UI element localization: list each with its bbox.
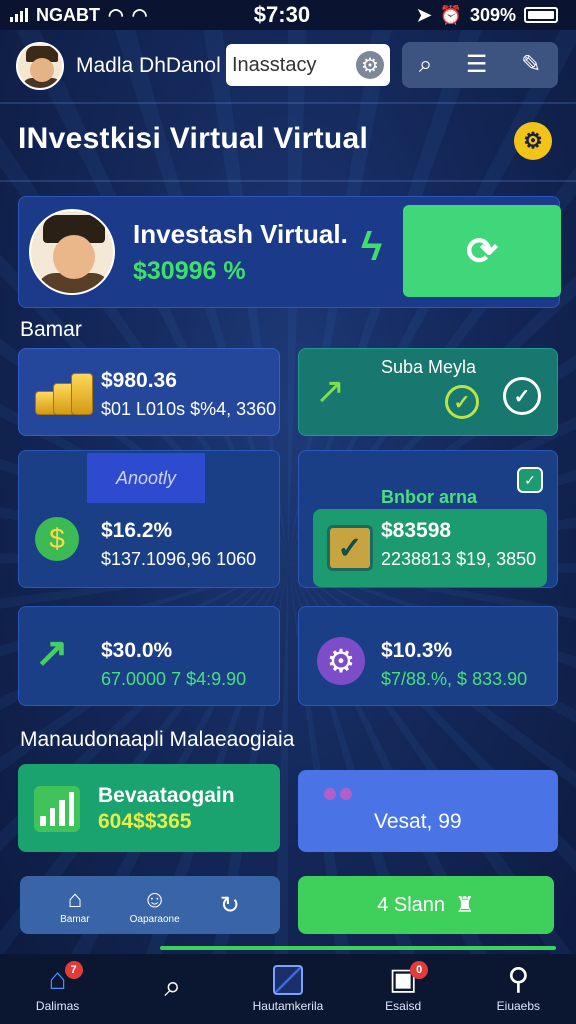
operations-label: Oaparaone bbox=[129, 913, 180, 925]
gear-card[interactable]: ⚙ $10.3% $7/88.%, $ 833.90 bbox=[298, 606, 558, 706]
coins-icon bbox=[35, 369, 93, 415]
carrier-name: NGABT bbox=[36, 4, 100, 25]
home-action[interactable]: ⌂ Bamar bbox=[60, 886, 89, 925]
vesat-card[interactable]: Vesat, 99 bbox=[298, 770, 558, 852]
home-icon: ⌂ bbox=[48, 963, 67, 996]
location-icon: ➤ bbox=[416, 4, 432, 25]
bri-inner-panel: ✓ $83598 2238813 $19, 3850 bbox=[313, 509, 547, 587]
rotate-action[interactable]: ↻ bbox=[220, 891, 240, 920]
trend-up-icon: ↗ bbox=[315, 370, 346, 411]
money-icon: $ bbox=[35, 517, 79, 561]
card-value: $10.3% bbox=[381, 639, 453, 662]
check-circle-icon[interactable]: ✓ bbox=[445, 385, 479, 419]
coins-card[interactable]: $980.36 $01 L010s $%4, 3360 bbox=[18, 348, 280, 436]
section-heading: Bamar bbox=[20, 318, 82, 341]
tab-label: Esaisd bbox=[385, 999, 422, 1013]
search-input[interactable] bbox=[232, 53, 342, 77]
card-sub: $137.1096,96 1060 bbox=[101, 549, 257, 569]
section-heading: Manaudonaapli Malaeaogiaia bbox=[20, 728, 295, 751]
signal-icon bbox=[10, 8, 28, 22]
zigzag-icon: ϟ bbox=[361, 225, 383, 269]
tab-wallet[interactable]: ▣ 0 Esaisd bbox=[348, 961, 458, 1013]
card-sub: $01 L010s $%4, 3360 bbox=[101, 399, 277, 419]
toolbar: ⌕ ☰ ✎ bbox=[402, 42, 558, 88]
list-icon[interactable]: ☰ bbox=[466, 53, 488, 77]
quick-actions: ⌂ Bamar ☺ Oaparaone ↻ bbox=[20, 876, 280, 934]
search-box[interactable]: ⚙ bbox=[226, 44, 390, 86]
hero-card: Investash Virtual. $30996 % ϟ ⟳ bbox=[18, 196, 561, 308]
refresh-button[interactable]: ⟳ bbox=[403, 205, 561, 297]
check-badge-icon[interactable]: ✓ bbox=[517, 467, 543, 493]
hero-title: Investash Virtual. bbox=[133, 219, 348, 249]
bar-chart-icon bbox=[34, 786, 80, 832]
page-title: INvestkisi Virtual Virtual bbox=[18, 122, 369, 155]
search-icon[interactable]: ⌕ bbox=[419, 53, 432, 77]
avatar-large bbox=[29, 209, 115, 295]
market-icon bbox=[272, 965, 303, 995]
chart-tag: Anootly bbox=[87, 453, 205, 503]
tab-market[interactable]: Hautamkerila bbox=[233, 965, 343, 1013]
card-value: $16.2% bbox=[101, 519, 173, 542]
edit-icon[interactable]: ✎ bbox=[521, 53, 541, 77]
card-value: $83598 bbox=[381, 519, 452, 542]
clock: $7:30 bbox=[253, 2, 311, 27]
battery-percent: 309% bbox=[469, 4, 516, 25]
check-circle-icon[interactable]: ✓ bbox=[503, 377, 541, 415]
user-icon: ☺ bbox=[142, 885, 167, 913]
wifi-icon: ◠ bbox=[108, 4, 124, 25]
card-sub: 67.0000 7 $4:9.90 bbox=[101, 669, 247, 689]
notification-badge: 0 bbox=[410, 961, 429, 979]
settings-gear-icon[interactable]: ⚙ bbox=[356, 51, 384, 79]
status-bar: NGABT ◠ ◠ $7:30 ➤ ⏰ 309% bbox=[0, 0, 576, 30]
tab-label: Eiuaebs bbox=[496, 999, 541, 1013]
rotate-icon: ↻ bbox=[219, 891, 240, 919]
arrow-up-icon: ↗ bbox=[35, 631, 69, 675]
battery-icon bbox=[524, 7, 558, 23]
settings-search-icon[interactable]: ⚙ bbox=[514, 122, 552, 160]
bev-card[interactable]: Bevaataogain 604$$365 bbox=[18, 764, 280, 852]
home-label: Bamar bbox=[60, 913, 90, 925]
avatar[interactable] bbox=[16, 42, 64, 90]
growth-card[interactable]: ↗ $30.0% 67.0000 7 $4:9.90 bbox=[18, 606, 280, 706]
divider bbox=[0, 102, 576, 104]
card-label: Vesat, 99 bbox=[374, 810, 462, 833]
divider bbox=[0, 180, 576, 182]
bri-card[interactable]: ✓ Bnbor arna ✓ $83598 2238813 $19, 3850 bbox=[298, 450, 558, 588]
card-title: Suba Meyla bbox=[381, 357, 477, 377]
operations-action[interactable]: ☺ Oaparaone bbox=[130, 886, 180, 925]
tab-search[interactable]: ⌕ bbox=[118, 972, 228, 1006]
money-card[interactable]: Anootly $ $16.2% $137.1096,96 1060 bbox=[18, 450, 280, 588]
subscription-card[interactable]: ↗ Suba Meyla ✓ ✓ bbox=[298, 348, 558, 436]
wifi-icon-2: ◠ bbox=[131, 4, 148, 25]
notification-badge: 7 bbox=[64, 961, 83, 979]
tab-profile[interactable]: ⚲ Eiuaebs bbox=[463, 963, 573, 1014]
username: Madla DhDanol bbox=[76, 54, 221, 77]
tab-label: Hautamkerila bbox=[252, 999, 324, 1013]
gear-icon: ⚙ bbox=[317, 637, 365, 685]
card-value: $980.36 bbox=[101, 369, 177, 392]
tab-label: Dalimas bbox=[35, 999, 80, 1013]
alarm-icon: ⏰ bbox=[439, 4, 462, 25]
home-icon: ⌂ bbox=[67, 885, 83, 913]
card-title: Bevaataogain bbox=[98, 784, 235, 807]
card-sub: 2238813 $19, 3850 bbox=[381, 549, 537, 569]
dot-icon bbox=[324, 788, 336, 800]
progress-line bbox=[160, 946, 556, 950]
checkbox-icon: ✓ bbox=[327, 525, 373, 571]
gift-icon: ♜ bbox=[455, 892, 475, 917]
card-title: Bnbor arna bbox=[381, 487, 478, 507]
slann-button[interactable]: 4 Slann ♜ bbox=[298, 876, 554, 934]
card-value: 604$$365 bbox=[98, 810, 192, 833]
search-icon: ⌕ bbox=[164, 970, 182, 1003]
card-sub: $7/88.%, $ 833.90 bbox=[381, 669, 528, 689]
hero-value: $30996 % bbox=[133, 257, 246, 285]
profile-icon: ⚲ bbox=[507, 963, 530, 996]
card-value: $30.0% bbox=[101, 639, 173, 662]
dot-icon bbox=[340, 788, 352, 800]
bottom-tab-bar: ⌂ 7 Dalimas ⌕ Hautamkerila ▣ 0 Esaisd ⚲ … bbox=[0, 954, 576, 1024]
refresh-icon: ⟳ bbox=[466, 230, 498, 273]
slann-label: 4 Slann bbox=[377, 893, 446, 916]
app-header: Madla DhDanol ⚙ ⌕ ☰ ✎ bbox=[0, 38, 576, 94]
tab-home[interactable]: ⌂ 7 Dalimas bbox=[3, 961, 113, 1013]
